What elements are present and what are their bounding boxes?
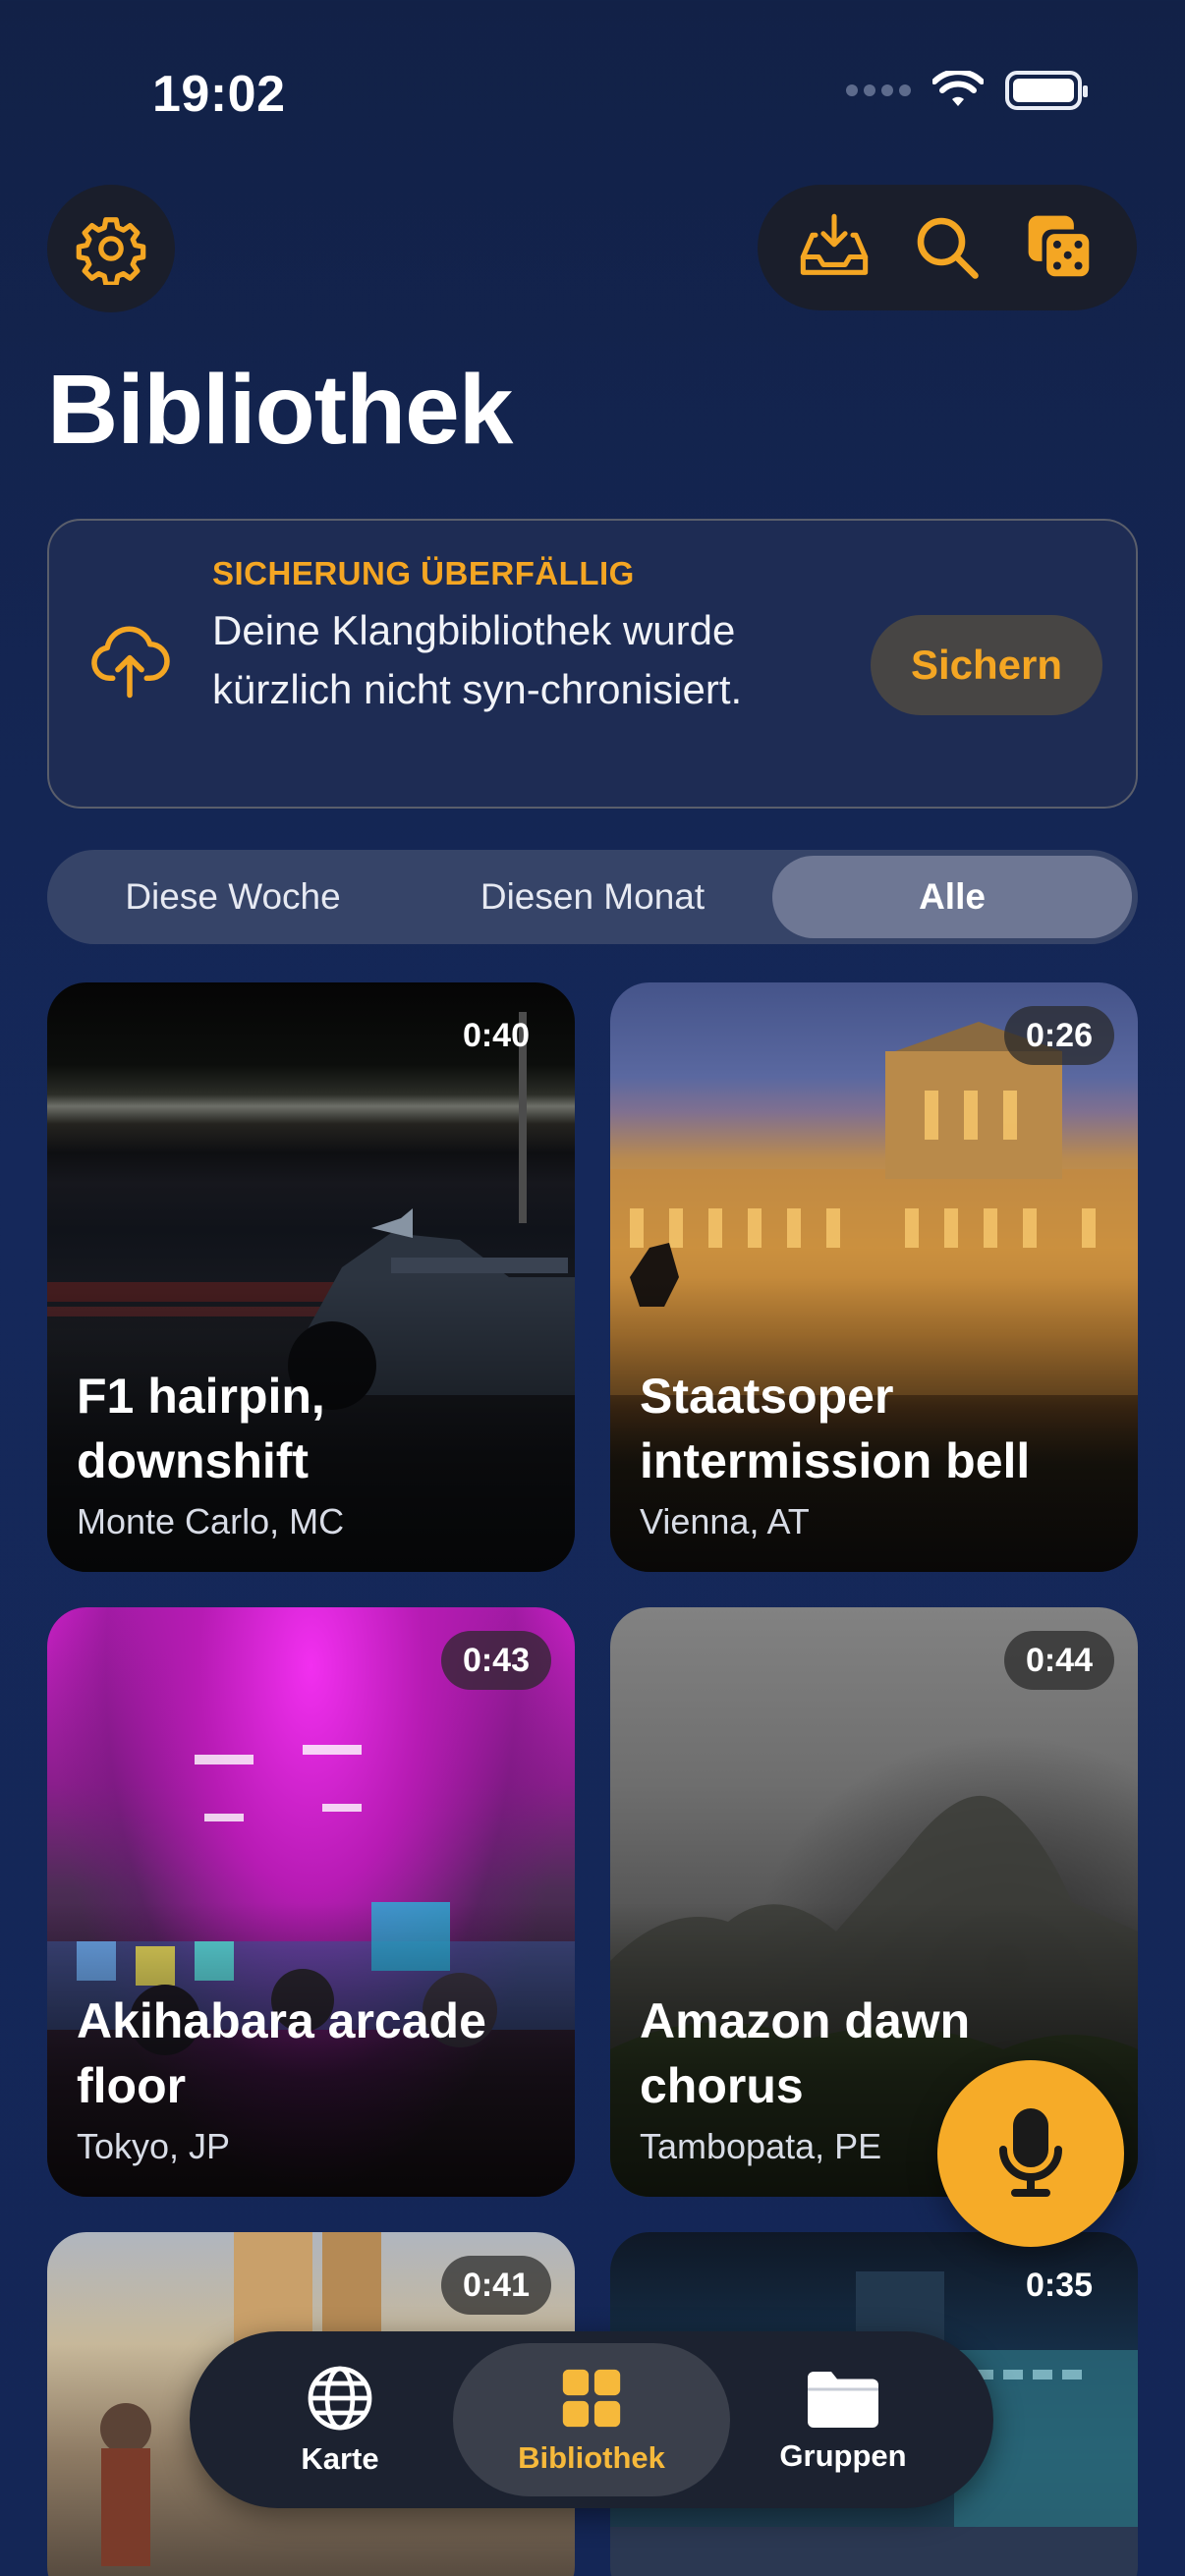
record-button[interactable] (937, 2060, 1124, 2247)
filter-this-week[interactable]: Diese Woche (53, 856, 413, 938)
tab-map[interactable]: Karte (201, 2343, 479, 2496)
time-filter: Diese Woche Diesen Monat Alle (47, 850, 1138, 944)
toolbar-actions (758, 185, 1137, 310)
tab-label: Gruppen (779, 2438, 907, 2473)
sound-card[interactable]: 0:40 F1 hairpin, downshift Monte Carlo, … (47, 982, 575, 1572)
tab-bar: Karte Bibliothek Gruppen (190, 2331, 993, 2508)
backup-button[interactable]: Sichern (871, 615, 1102, 715)
inbox-download-icon (800, 213, 868, 275)
search-button[interactable] (898, 198, 996, 297)
card-location: Tambopata, PE (640, 2126, 882, 2166)
duration-badge: 0:26 (1003, 1006, 1114, 1065)
page-title: Bibliothek (47, 355, 513, 465)
settings-button[interactable] (47, 185, 175, 312)
cloud-upload-icon (91, 626, 170, 699)
microphone-icon (999, 2108, 1062, 2197)
duration-badge: 0:35 (1025, 2266, 1093, 2304)
backup-warning-label: SICHERUNG ÜBERFÄLLIG (212, 555, 635, 591)
sound-card[interactable]: 0:26 Staatsoper intermission bell Vienna… (610, 982, 1138, 1572)
filter-all[interactable]: Alle (772, 856, 1132, 938)
grid-icon (562, 2369, 621, 2428)
card-location: Monte Carlo, MC (77, 1501, 345, 1541)
dice-icon (1028, 215, 1092, 278)
backup-banner: SICHERUNG ÜBERFÄLLIG Deine Klangbiblioth… (47, 519, 1138, 809)
duration-badge: 0:43 (440, 1631, 551, 1690)
gear-icon (76, 217, 146, 285)
folder-icon (808, 2372, 878, 2428)
tab-groups[interactable]: Gruppen (705, 2343, 982, 2496)
card-title: Staatsoper intermission bell (640, 1369, 1031, 1488)
battery-icon (1005, 71, 1088, 110)
search-icon (917, 217, 979, 279)
wifi-icon (932, 71, 984, 106)
sound-card[interactable]: 0:43 Akihabara arcade floor Tokyo, JP (47, 1607, 575, 2197)
card-location: Tokyo, JP (77, 2126, 231, 2166)
shuffle-button[interactable] (1011, 198, 1109, 297)
status-time: 19:02 (152, 66, 286, 123)
status-indicators (846, 71, 1088, 110)
duration-badge: 0:41 (440, 2256, 551, 2315)
duration-badge: 0:40 (462, 1016, 530, 1054)
filter-this-month[interactable]: Diesen Monat (413, 856, 772, 938)
backup-warning-text: Deine Klangbibliothek wurde kürzlich nic… (212, 607, 743, 712)
duration-badge: 0:44 (1003, 1631, 1114, 1690)
card-title: Akihabara arcade floor (77, 1993, 486, 2113)
cellular-signal-icon (846, 84, 911, 96)
card-location: Vienna, AT (640, 1501, 810, 1541)
globe-icon (308, 2366, 372, 2431)
tab-library[interactable]: Bibliothek (453, 2343, 730, 2496)
card-title: F1 hairpin, downshift (77, 1369, 325, 1488)
import-button[interactable] (785, 198, 883, 297)
tab-label: Karte (301, 2441, 379, 2476)
tab-label: Bibliothek (518, 2440, 665, 2475)
